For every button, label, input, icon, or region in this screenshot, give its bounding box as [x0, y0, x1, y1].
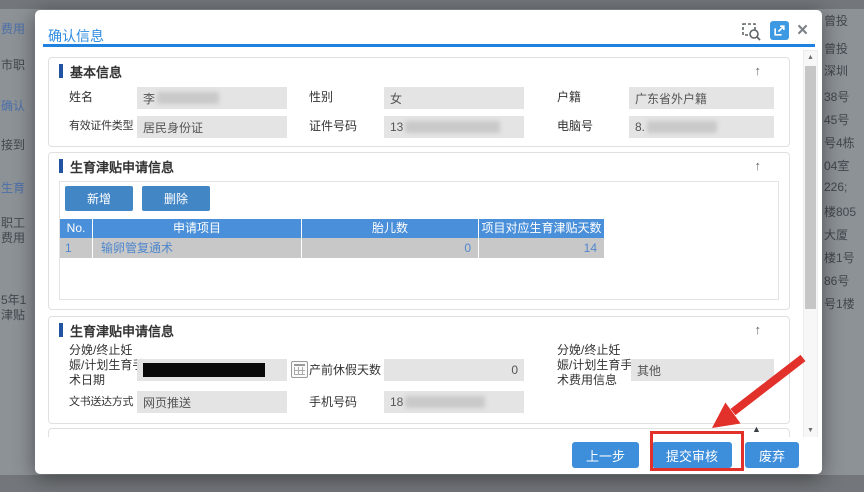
- field-label-cost-info: 分娩/终止妊娠/计划生育手术费用信息: [557, 343, 633, 388]
- add-button[interactable]: 新增: [65, 186, 133, 211]
- previous-step-button[interactable]: 上一步: [572, 442, 639, 468]
- field-value-id-type: 居民身份证: [137, 116, 287, 138]
- field-value-id-number: 13: [384, 116, 524, 138]
- title-divider: [43, 44, 815, 47]
- background-text-fragment: 226;: [824, 180, 847, 194]
- section-marker: [59, 159, 63, 173]
- redaction-smudge: [157, 92, 219, 104]
- field-label-prenatal-days: 产前休假天数: [309, 363, 381, 378]
- scroll-up-icon[interactable]: ▲: [804, 54, 817, 61]
- open-new-window-icon[interactable]: [770, 21, 789, 40]
- table-header-cell: 申请项目: [93, 219, 302, 238]
- field-value-surgery-date: [137, 359, 287, 381]
- redaction-smudge: [405, 121, 500, 133]
- field-label-delivery-method: 文书送达方式: [69, 395, 133, 410]
- scrollbar-thumb[interactable]: [805, 66, 816, 309]
- close-icon[interactable]: ×: [797, 21, 808, 40]
- discard-button[interactable]: 废弃: [745, 442, 799, 468]
- scrollbar[interactable]: ▲ ▼: [803, 50, 818, 438]
- redaction-black: [143, 363, 265, 377]
- calendar-icon[interactable]: [291, 361, 308, 378]
- page-bottom-bar: [0, 475, 864, 492]
- section-title: 生育津贴申请信息: [70, 157, 174, 176]
- page-top-bar: [0, 0, 864, 9]
- background-text-fragment: 曾投: [824, 40, 848, 57]
- table-header-cell: 项目对应生育津贴天数: [479, 219, 604, 238]
- table-cell-no: 1: [60, 238, 93, 258]
- background-page-right: 曾投 曾投 深圳 38号 45号 号4栋 04室 226; 楼805 大厦 楼1…: [823, 0, 864, 475]
- background-text-fragment: 接到: [1, 136, 25, 153]
- background-text-fragment: 生育: [1, 179, 25, 196]
- background-page-left: 费用 市职 确认 接到 生育 职工 费用 5年1 津贴: [0, 0, 33, 492]
- field-label-household: 户籍: [557, 90, 581, 105]
- table-header-row: No. 申请项目 胎儿数 项目对应生育津贴天数: [60, 219, 604, 238]
- field-label-gender: 性别: [309, 90, 333, 105]
- background-text-fragment: 45号: [824, 111, 849, 128]
- field-label-id-type: 有效证件类型: [69, 119, 133, 134]
- background-text-fragment: 楼805: [824, 203, 856, 220]
- scroll-down-icon[interactable]: ▼: [804, 427, 817, 434]
- section-marker: [59, 323, 63, 337]
- background-text-fragment: 费用: [1, 20, 25, 37]
- table-panel: 新增 删除 No. 申请项目 胎儿数 项目对应生育津贴天数 1 输卵管复通术 0…: [59, 181, 779, 300]
- field-value-phone: 18: [384, 391, 524, 413]
- background-text-fragment: 38号: [824, 88, 849, 105]
- collapse-arrow-icon[interactable]: ↑: [755, 322, 762, 337]
- table-row[interactable]: 1 输卵管复通术 0 14: [60, 238, 604, 258]
- section-allowance-detail: 生育津贴申请信息 ↑ 分娩/终止妊娠/计划生育手术日期 产前休假天数 0 分娩/…: [48, 316, 790, 424]
- background-text-fragment: 津贴: [1, 306, 25, 323]
- confirm-info-dialog: 确认信息 × 基本信息 ↑ 姓名 李 性别 女 户籍 广东省外户籍 有效证件类型…: [35, 10, 822, 474]
- background-text-fragment: 市职: [1, 56, 25, 73]
- field-value-household: 广东省外户籍: [629, 87, 774, 109]
- field-label-surgery-date: 分娩/终止妊娠/计划生育手术日期: [69, 343, 145, 388]
- redaction-smudge: [647, 121, 717, 133]
- background-text-fragment: 号1楼: [824, 295, 855, 312]
- dialog-title: 确认信息: [48, 26, 104, 46]
- field-value-computer-no: 8.: [629, 116, 774, 138]
- field-value-prenatal-days: 0: [384, 359, 524, 381]
- delete-button[interactable]: 删除: [142, 186, 210, 211]
- region-zoom-icon[interactable]: [741, 21, 761, 41]
- field-label-computer-no: 电脑号: [557, 119, 593, 134]
- section-allowance-table: 生育津贴申请信息 ↑ 新增 删除 No. 申请项目 胎儿数 项目对应生育津贴天数…: [48, 152, 790, 310]
- field-label-id-number: 证件号码: [309, 119, 357, 134]
- background-text-fragment: 04室: [824, 157, 849, 174]
- background-text-fragment: 大厦: [824, 226, 848, 243]
- field-value-name: 李: [137, 87, 287, 109]
- submit-review-button[interactable]: 提交审核: [652, 442, 732, 468]
- field-label-name: 姓名: [69, 90, 93, 105]
- section-title: 生育津贴申请信息: [70, 321, 174, 340]
- field-value-gender: 女: [384, 87, 524, 109]
- table-cell-item: 输卵管复通术: [93, 238, 302, 258]
- collapse-arrow-icon[interactable]: ↑: [755, 63, 762, 78]
- allowance-table: No. 申请项目 胎儿数 项目对应生育津贴天数 1 输卵管复通术 0 14: [60, 219, 604, 258]
- background-text-fragment: 费用: [1, 229, 25, 246]
- table-cell-days: 14: [479, 238, 604, 258]
- background-text-fragment: 深圳: [824, 62, 848, 79]
- background-text-fragment: 曾投: [824, 12, 848, 29]
- table-header-cell: 胎儿数: [302, 219, 479, 238]
- section-title: 基本信息: [70, 62, 122, 81]
- redaction-smudge: [405, 396, 485, 408]
- table-cell-fetus-count: 0: [302, 238, 479, 258]
- field-value-cost-info: 其他: [631, 359, 774, 381]
- background-text-fragment: 86号: [824, 272, 849, 289]
- background-text-fragment: 号4栋: [824, 134, 855, 151]
- background-text-fragment: 确认: [1, 97, 25, 114]
- caret-up-icon: ▲: [752, 424, 761, 434]
- field-label-phone: 手机号码: [309, 395, 357, 410]
- table-header-cell: No.: [60, 219, 93, 238]
- collapse-arrow-icon[interactable]: ↑: [755, 158, 762, 173]
- section-basic-info: 基本信息 ↑ 姓名 李 性别 女 户籍 广东省外户籍 有效证件类型 居民身份证 …: [48, 57, 790, 147]
- dialog-footer: 上一步 提交审核 废弃: [36, 437, 821, 473]
- background-text-fragment: 楼1号: [824, 249, 855, 266]
- field-value-delivery-method: 网页推送: [137, 391, 287, 413]
- section-marker: [59, 64, 63, 78]
